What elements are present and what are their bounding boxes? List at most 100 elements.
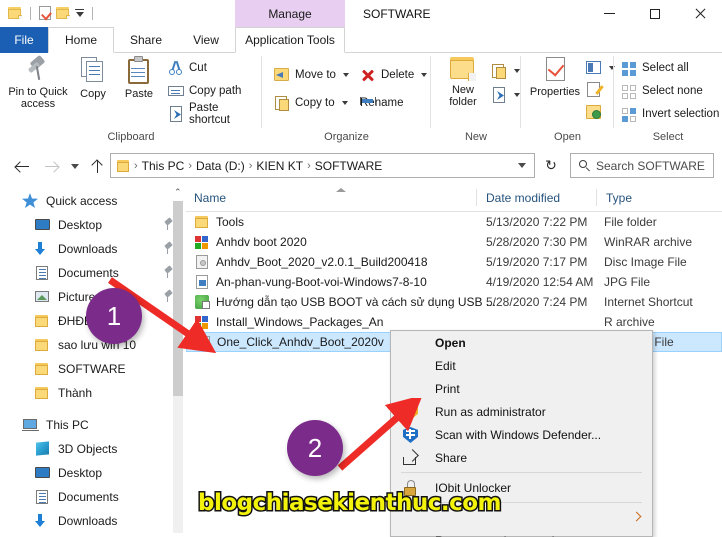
desktop-icon <box>34 465 52 481</box>
breadcrumb-data-d[interactable]: Data (D:) <box>193 159 248 173</box>
menu-item-edit[interactable]: Edit <box>391 354 652 377</box>
refresh-button[interactable]: ↻ <box>540 154 562 176</box>
cut-button[interactable]: Cut <box>168 58 207 78</box>
ribbon-group-label-new: New <box>464 131 487 143</box>
sidebar-scrollbar[interactable]: ⌃ <box>173 187 183 533</box>
open-with-button[interactable] <box>586 58 615 78</box>
address-dropdown-icon[interactable] <box>518 163 526 168</box>
breadcrumb-kien-kt[interactable]: KIEN KT <box>253 159 306 173</box>
easy-access-button[interactable] <box>491 85 520 105</box>
pin-icon[interactable] <box>163 265 173 278</box>
pin-icon[interactable] <box>163 241 173 254</box>
pin-to-quick-access-button[interactable]: Pin to Quick access <box>8 54 68 110</box>
scroll-up-icon[interactable]: ⌃ <box>174 187 182 198</box>
table-row[interactable]: Anhdv boot 2020 5/28/2020 7:30 PM WinRAR… <box>186 232 722 252</box>
table-row[interactable]: An-phan-vung-Boot-voi-Windows7-8-10 4/19… <box>186 272 722 292</box>
menu-item-run-as-administrator[interactable]: Run as administrator <box>391 400 652 423</box>
menu-item-print[interactable]: Print <box>391 377 652 400</box>
cut-label: Cut <box>189 62 207 74</box>
close-button[interactable] <box>677 0 722 27</box>
new-folder-button[interactable]: New folder <box>441 56 485 108</box>
sidebar-header-quick-access[interactable]: Quick access <box>0 189 186 213</box>
properties-icon[interactable] <box>39 6 51 20</box>
sidebar-item-3d-objects[interactable]: 3D Objects <box>0 437 186 461</box>
column-divider[interactable] <box>476 189 477 206</box>
column-divider[interactable] <box>596 189 597 206</box>
address-bar[interactable]: › This PC › Data (D:) › KIEN KT › SOFTWA… <box>110 153 535 178</box>
sidebar-header-this-pc[interactable]: This PC <box>0 413 186 437</box>
menu-item-scan-with-windows-defender[interactable]: Scan with Windows Defender... <box>391 423 652 446</box>
pin-icon[interactable] <box>163 217 173 230</box>
copy-path-label: Copy path <box>189 85 242 97</box>
properties-button[interactable]: Properties <box>527 56 583 99</box>
menu-item-restore-previous-versions[interactable]: Restore previous versions <box>391 529 652 537</box>
table-row[interactable]: Anhdv_Boot_2020_v2.0.1_Build200418 5/19/… <box>186 252 722 272</box>
table-row[interactable]: Hướng dẫn tạo USB BOOT và cách sử dụng U… <box>186 292 722 312</box>
paste-button[interactable]: Paste <box>118 56 160 100</box>
column-headers: Name Date modified Type <box>186 185 722 212</box>
tab-application-tools[interactable]: Application Tools <box>235 27 345 53</box>
scissors-icon <box>168 60 184 76</box>
select-none-label: Select none <box>642 85 703 97</box>
delete-button[interactable]: Delete <box>360 65 428 85</box>
copy-path-button[interactable]: Copy path <box>168 81 241 101</box>
forward-button[interactable] <box>40 156 62 176</box>
folder-icon[interactable] <box>8 7 22 19</box>
ribbon-group-clipboard: Pin to Quick access Copy Paste Cut Copy … <box>0 53 262 145</box>
new-item-button[interactable] <box>491 61 520 81</box>
file-explorer-window: Manage SOFTWARE File Home Share View App… <box>0 0 722 537</box>
tab-file[interactable]: File <box>0 27 48 53</box>
menu-item-share[interactable]: Share <box>391 446 652 469</box>
properties-icon <box>542 56 568 84</box>
edit-button[interactable] <box>586 80 602 100</box>
move-to-button[interactable]: Move to <box>274 65 349 85</box>
tab-view[interactable]: View <box>178 27 234 53</box>
sidebar-item-sao-luu-win-10[interactable]: sao lưu win 10 <box>0 333 186 357</box>
select-all-button[interactable]: Select all <box>622 58 689 78</box>
copy-button[interactable]: Copy <box>72 56 114 100</box>
sidebar-item-documents-2[interactable]: Documents <box>0 485 186 509</box>
new-folder-icon[interactable] <box>56 7 70 19</box>
minimize-button[interactable] <box>587 0 632 27</box>
sidebar-item-downloads-2[interactable]: Downloads <box>0 509 186 533</box>
title-bar: Manage SOFTWARE <box>0 0 722 27</box>
up-button[interactable] <box>86 156 108 176</box>
scrollbar-thumb[interactable] <box>173 201 183 396</box>
invert-selection-button[interactable]: Invert selection <box>622 104 719 124</box>
copy-to-button[interactable]: Copy to <box>274 93 348 113</box>
sidebar-item-desktop-2[interactable]: Desktop <box>0 461 186 485</box>
history-button[interactable] <box>586 102 602 122</box>
customize-dropdown-icon[interactable] <box>75 8 84 18</box>
sidebar-item-desktop[interactable]: Desktop <box>0 213 186 237</box>
breadcrumb-this-pc[interactable]: This PC <box>139 159 188 173</box>
column-header-date-modified[interactable]: Date modified <box>478 185 596 210</box>
table-row[interactable]: Install_Windows_Packages_An R archive <box>186 312 722 332</box>
sidebar-item-thanh[interactable]: Thành <box>0 381 186 405</box>
ribbon-group-new: New folder New <box>431 53 521 145</box>
rename-button[interactable]: Rename <box>360 93 403 113</box>
sidebar-item-software[interactable]: SOFTWARE <box>0 357 186 381</box>
search-icon <box>579 160 590 171</box>
sidebar-item-downloads[interactable]: Downloads <box>0 237 186 261</box>
back-button[interactable] <box>12 156 34 176</box>
sidebar-item-documents[interactable]: Documents <box>0 261 186 285</box>
tab-home[interactable]: Home <box>48 27 114 53</box>
select-none-button[interactable]: Select none <box>622 81 703 101</box>
folder-icon <box>34 313 52 329</box>
column-header-type[interactable]: Type <box>598 185 722 210</box>
recent-locations-button[interactable] <box>64 156 86 176</box>
pin-icon[interactable] <box>163 289 173 302</box>
column-header-name[interactable]: Name <box>186 185 476 210</box>
table-row[interactable]: Tools 5/13/2020 7:22 PM File folder <box>186 212 722 232</box>
tab-share[interactable]: Share <box>114 27 178 53</box>
delete-label: Delete <box>381 69 415 81</box>
paste-shortcut-button[interactable]: Paste shortcut <box>168 102 262 126</box>
breadcrumb-software[interactable]: SOFTWARE <box>312 159 386 173</box>
maximize-button[interactable] <box>632 0 677 27</box>
search-box[interactable]: Search SOFTWARE <box>570 153 714 178</box>
chevron-down-icon <box>71 163 79 169</box>
open-with-icon <box>586 60 602 76</box>
menu-item-open[interactable]: Open <box>391 331 652 354</box>
search-input[interactable]: Search SOFTWARE <box>596 159 705 173</box>
internet-shortcut-icon <box>194 294 210 310</box>
